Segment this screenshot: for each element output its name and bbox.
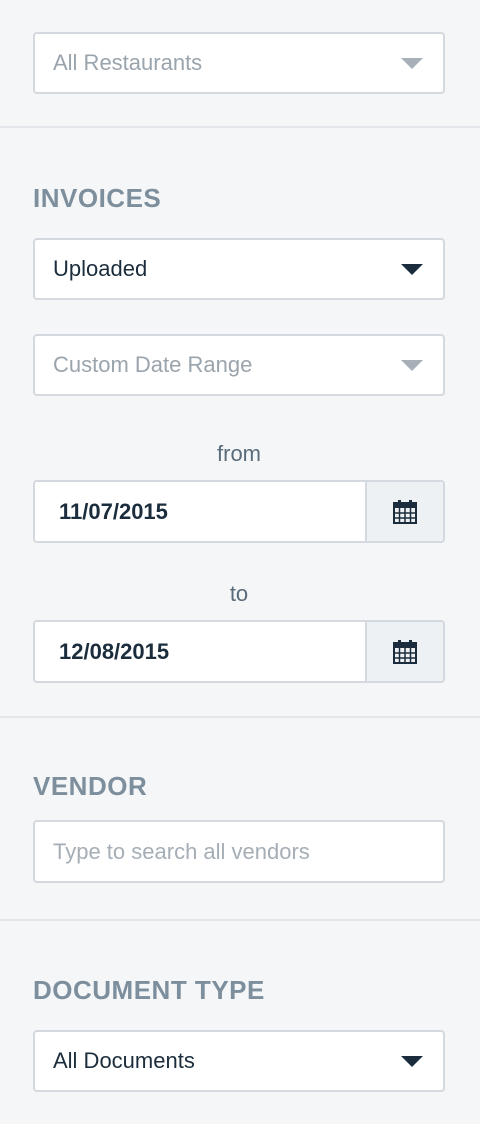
document-type-select[interactable]: All Documents [33,1030,445,1092]
to-label: to [229,581,249,606]
section-divider [0,919,480,921]
from-date-picker-button[interactable] [365,482,443,541]
to-date-group [33,620,445,683]
caret-down-icon [401,58,423,69]
date-range-value: Custom Date Range [53,352,253,377]
filter-sidebar: All Restaurants INVOICES Uploaded Custom… [0,0,480,1124]
vendor-search-input[interactable] [33,820,445,883]
caret-down-icon [401,360,423,371]
document-type-heading: DOCUMENT TYPE [33,975,265,1005]
restaurant-select-value: All Restaurants [53,50,203,75]
from-date-input[interactable] [35,482,365,541]
vendor-heading: VENDOR [33,771,148,801]
document-type-value: All Documents [53,1048,195,1073]
from-label: from [217,441,261,466]
caret-down-icon [401,264,423,275]
invoices-heading: INVOICES [33,183,162,213]
restaurant-select[interactable]: All Restaurants [33,32,445,94]
date-range-select[interactable]: Custom Date Range [33,334,445,396]
from-date-group [33,480,445,543]
invoice-status-value: Uploaded [53,256,148,281]
caret-down-icon [401,1056,423,1067]
invoice-status-select[interactable]: Uploaded [33,238,445,300]
section-divider [0,716,480,718]
calendar-icon [393,499,417,524]
to-date-input[interactable] [35,622,365,681]
to-date-picker-button[interactable] [365,622,443,681]
restaurant-filter-section: All Restaurants [0,0,480,128]
calendar-icon [393,639,417,664]
